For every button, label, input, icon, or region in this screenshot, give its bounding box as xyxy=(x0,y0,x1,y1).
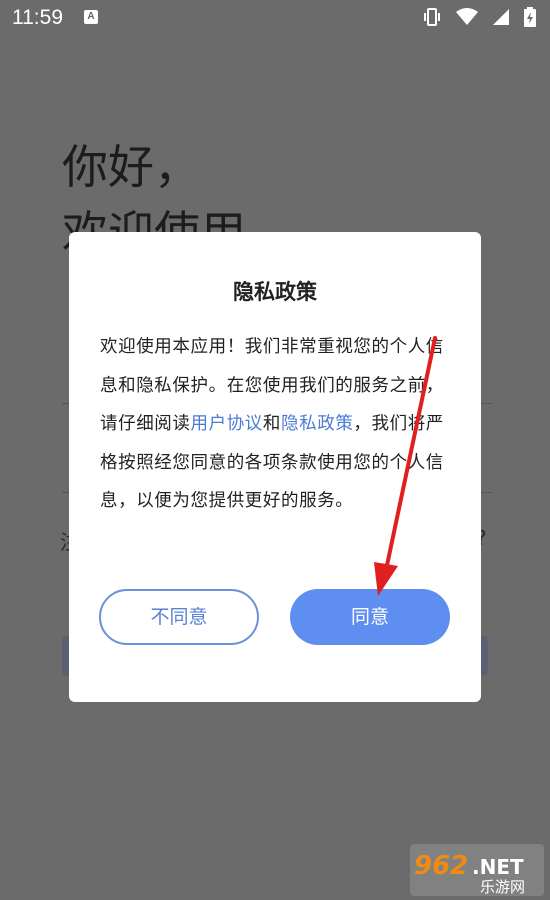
privacy-dialog: 隐私政策 欢迎使用本应用！我们非常重视您的个人信息和隐私保护。在您使用我们的服务… xyxy=(69,232,481,702)
signal-icon xyxy=(493,9,509,25)
privacy-policy-link[interactable]: 隐私政策 xyxy=(281,414,353,434)
notification-badge: A xyxy=(84,10,98,24)
battery-charging-icon xyxy=(524,7,536,27)
agree-button[interactable]: 同意 xyxy=(290,589,450,645)
status-time: 11:59 xyxy=(12,6,63,29)
watermark-number: 962 xyxy=(414,851,468,881)
watermark: 962 .NET 乐游网 xyxy=(410,844,544,896)
status-bar: 11:59 A xyxy=(0,0,550,36)
watermark-suffix: .NET xyxy=(472,855,524,879)
dialog-body: 欢迎使用本应用！我们非常重视您的个人信息和隐私保护。在您使用我们的服务之前，请仔… xyxy=(100,328,452,521)
watermark-site-name: 乐游网 xyxy=(480,878,525,896)
wifi-icon xyxy=(456,8,478,25)
watermark-logo-icon: 962 .NET 乐游网 xyxy=(410,844,544,896)
status-icons xyxy=(422,7,536,27)
user-agreement-link[interactable]: 用户协议 xyxy=(191,414,263,434)
vibrate-icon xyxy=(424,8,440,26)
body-text-and: 和 xyxy=(262,414,282,434)
disagree-button[interactable]: 不同意 xyxy=(99,589,259,645)
dialog-title: 隐私政策 xyxy=(233,280,317,304)
greeting-line-1: 你好， xyxy=(62,140,200,194)
